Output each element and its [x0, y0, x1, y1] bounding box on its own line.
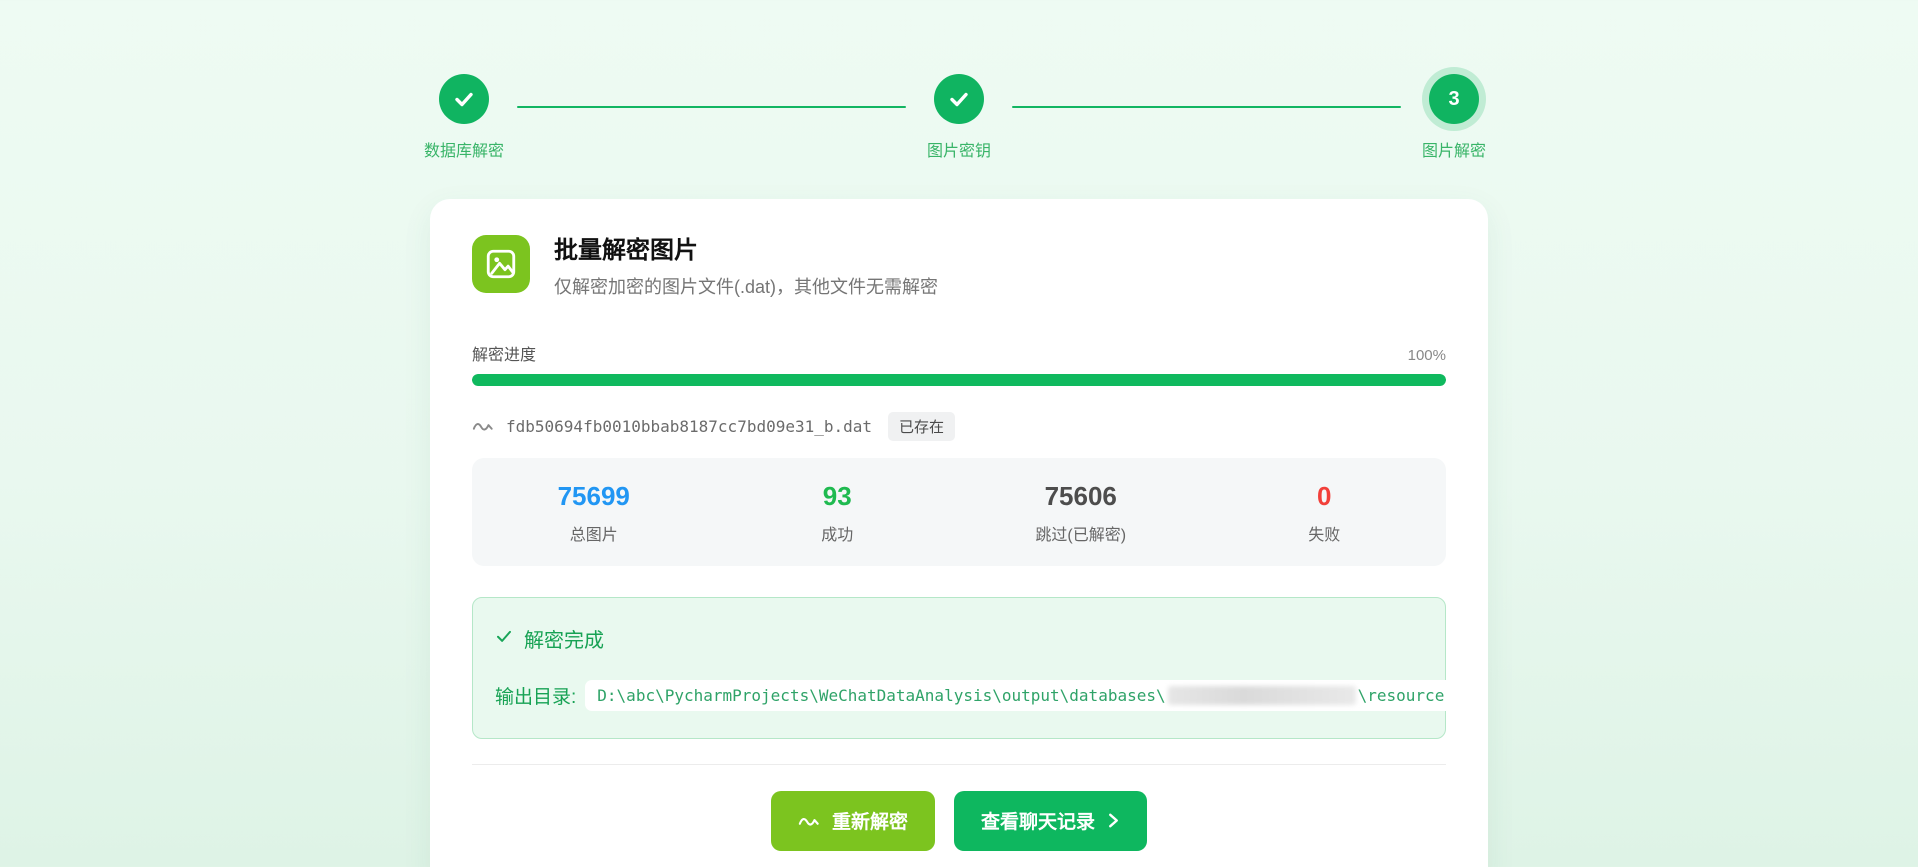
- step-image-decrypt-active: 3 图片解密: [1409, 74, 1499, 161]
- stat-label: 失败: [1203, 521, 1447, 545]
- step-label: 数据库解密: [424, 137, 504, 161]
- step-database-decrypt: 数据库解密: [419, 74, 509, 161]
- stat-success: 93 成功: [716, 481, 960, 545]
- output-directory-row: 输出目录: D:\abc\PycharmProjects\WeChatDataA…: [495, 680, 1423, 711]
- progress-label: 解密进度: [472, 341, 536, 365]
- image-icon: [472, 235, 530, 293]
- step-done-check-icon: [439, 74, 489, 124]
- stat-label: 总图片: [472, 521, 716, 545]
- action-buttons: 重新解密 查看聊天记录: [472, 791, 1446, 851]
- output-directory-path: D:\abc\PycharmProjects\WeChatDataAnalysi…: [585, 680, 1456, 711]
- step-done-check-icon: [934, 74, 984, 124]
- divider: [472, 764, 1446, 765]
- progress-bar: [472, 374, 1446, 386]
- result-status: 解密完成: [495, 624, 1423, 653]
- progress-bar-fill: [472, 374, 1446, 386]
- check-icon: [495, 627, 513, 650]
- step-connector: [1012, 106, 1401, 108]
- output-directory-label: 输出目录:: [495, 682, 576, 709]
- result-panel: 解密完成 输出目录: D:\abc\PycharmProjects\WeChat…: [472, 597, 1446, 739]
- stat-value: 93: [716, 481, 960, 512]
- view-chat-button-label: 查看聊天记录: [981, 807, 1095, 834]
- current-file-name: fdb50694fb0010bbab8187cc7bd09e31_b.dat: [506, 417, 872, 436]
- stat-label: 成功: [716, 521, 960, 545]
- step-label: 图片密钥: [927, 137, 991, 161]
- card-subtitle: 仅解密加密的图片文件(.dat)，其他文件无需解密: [554, 273, 938, 299]
- stepper: 数据库解密 图片密钥 3 图片解密: [419, 74, 1499, 161]
- current-file-row: fdb50694fb0010bbab8187cc7bd09e31_b.dat 已…: [472, 412, 1446, 441]
- redecrypt-button[interactable]: 重新解密: [771, 791, 935, 851]
- result-status-text: 解密完成: [524, 624, 604, 653]
- redacted-path-segment: [1168, 686, 1356, 705]
- card-header-text: 批量解密图片 仅解密加密的图片文件(.dat)，其他文件无需解密: [554, 235, 938, 299]
- chevron-right-icon: [1107, 812, 1120, 829]
- step-label: 图片解密: [1422, 137, 1486, 161]
- stat-failed: 0 失败: [1203, 481, 1447, 545]
- stat-label: 跳过(已解密): [959, 521, 1203, 545]
- progress-percent: 100%: [1408, 347, 1446, 364]
- step-image-key: 图片密钥: [914, 74, 1004, 161]
- page: 数据库解密 图片密钥 3 图片解密: [0, 0, 1918, 867]
- step-number: 3: [1448, 88, 1459, 111]
- path-suffix: \resource: [1358, 686, 1445, 705]
- stat-value: 0: [1203, 481, 1447, 512]
- view-chat-records-button[interactable]: 查看聊天记录: [954, 791, 1147, 851]
- stat-value: 75699: [472, 481, 716, 512]
- card-title: 批量解密图片: [554, 237, 938, 266]
- stat-value: 75606: [959, 481, 1203, 512]
- decrypt-card: 批量解密图片 仅解密加密的图片文件(.dat)，其他文件无需解密 解密进度 10…: [430, 199, 1488, 867]
- stats-panel: 75699 总图片 93 成功 75606 跳过(已解密) 0 失败: [472, 458, 1446, 566]
- file-exists-badge: 已存在: [888, 412, 955, 441]
- redecrypt-button-label: 重新解密: [832, 807, 908, 834]
- card-header: 批量解密图片 仅解密加密的图片文件(.dat)，其他文件无需解密: [472, 235, 1446, 299]
- wave-icon: [798, 814, 820, 828]
- step-connector: [517, 106, 906, 108]
- wave-icon: [472, 419, 494, 433]
- stat-skipped: 75606 跳过(已解密): [959, 481, 1203, 545]
- path-prefix: D:\abc\PycharmProjects\WeChatDataAnalysi…: [597, 686, 1165, 705]
- stat-total-images: 75699 总图片: [472, 481, 716, 545]
- progress-header: 解密进度 100%: [472, 341, 1446, 365]
- step-number-badge: 3: [1429, 74, 1479, 124]
